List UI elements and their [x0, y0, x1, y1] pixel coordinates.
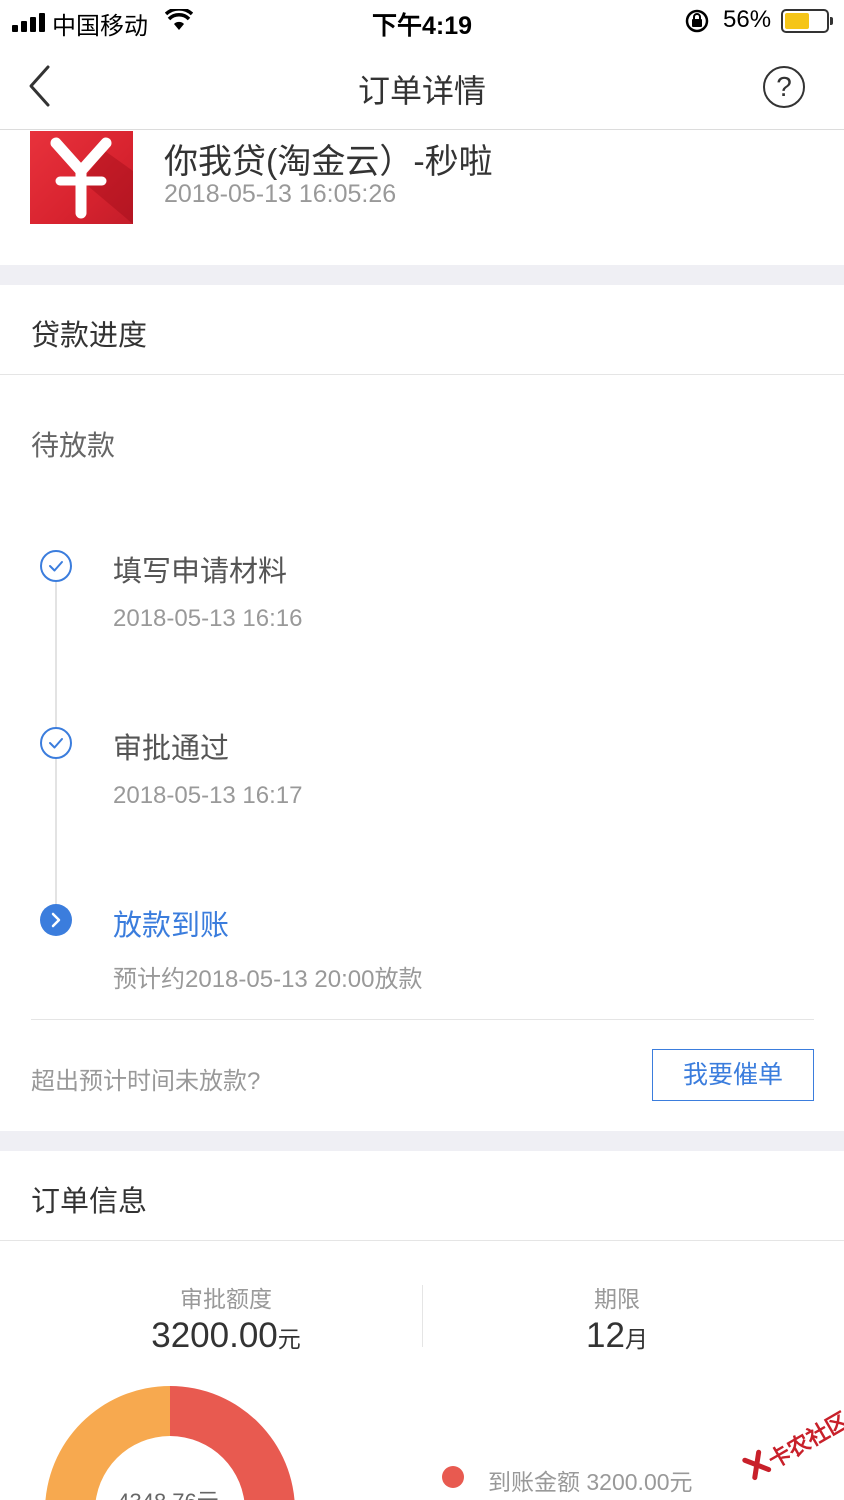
loan-status: 待放款: [31, 430, 116, 461]
rotation-lock-icon: [685, 9, 709, 33]
column-divider: [422, 1285, 423, 1347]
loan-term: 期限 12月: [520, 1280, 714, 1356]
timeline-connector: [55, 582, 57, 728]
status-bar: 中国移动 下午4:19 56%: [0, 0, 844, 44]
legend-label: 到账金额 3200.00元: [488, 1469, 693, 1495]
battery-icon: [781, 9, 833, 33]
step-label: 放款到账: [113, 910, 230, 942]
timeline-connector: [55, 758, 57, 904]
donut-segment-other: [45, 1386, 170, 1500]
amount-label: 审批额度: [180, 1286, 272, 1312]
step-time: 2018-05-13 16:16: [113, 605, 303, 632]
check-circle-icon: [40, 727, 72, 759]
step-label: 填写申请材料: [113, 556, 288, 588]
battery-fill: [785, 13, 809, 29]
term-label: 期限: [594, 1286, 640, 1312]
step-time: 2018-05-13 16:17: [113, 782, 303, 809]
legend-dot: [442, 1466, 464, 1488]
question-circle-icon: ?: [776, 71, 792, 102]
watermark-logo: 卡农社区: [734, 1397, 844, 1499]
step-label: 审批通过: [113, 733, 230, 765]
yuan-logo-icon: [50, 137, 133, 224]
section-divider: [0, 265, 844, 285]
approved-amount: 审批额度 3200.00元: [100, 1280, 352, 1356]
product-name: 你我贷(淘金云）-秒啦: [164, 143, 493, 181]
donut-center-total: 4348.76元: [108, 1484, 228, 1500]
amount-donut-chart: [45, 1386, 295, 1500]
progress-section-title: 贷款进度: [31, 320, 148, 352]
order-created-time: 2018-05-13 16:05:26: [164, 180, 397, 208]
battery-percent: 56%: [723, 6, 772, 33]
product-logo: [30, 131, 133, 224]
clock: 下午4:19: [371, 12, 473, 40]
step-time: 预计约2018-05-13 20:00放款: [113, 966, 423, 993]
divider: [31, 1019, 814, 1020]
divider: [0, 1240, 844, 1241]
divider: [0, 374, 844, 375]
order-info-section-title: 订单信息: [31, 1186, 148, 1218]
chevron-right-circle-icon: [40, 904, 72, 936]
donut-segment-received: [170, 1386, 295, 1500]
page-title: 订单详情: [357, 73, 486, 109]
term-value: 12月: [586, 1316, 648, 1355]
nav-bar: 订单详情 ?: [0, 44, 844, 130]
section-divider: [0, 1131, 844, 1151]
amount-value: 3200.00元: [151, 1316, 301, 1355]
check-circle-icon: [40, 550, 72, 582]
help-button[interactable]: ?: [763, 66, 805, 108]
overdue-question: 超出预计时间未放款?: [31, 1068, 261, 1095]
urge-order-button[interactable]: 我要催单: [652, 1049, 814, 1101]
